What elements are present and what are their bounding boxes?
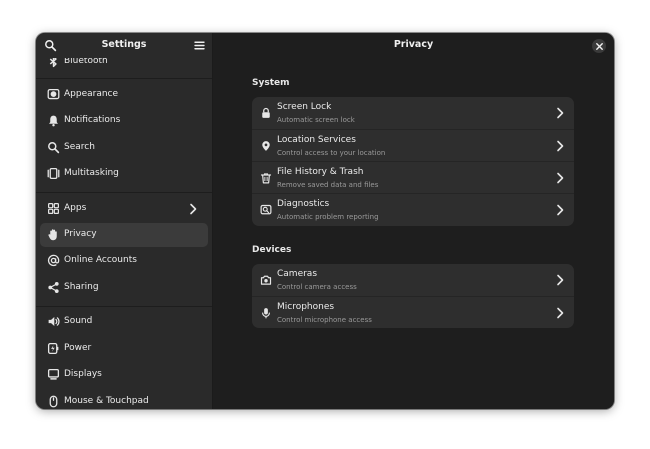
sidebar-item-sound[interactable]: Sound	[40, 310, 208, 334]
sidebar-item-label: Power	[64, 342, 92, 353]
close-button[interactable]	[592, 39, 606, 53]
search-icon	[48, 142, 60, 154]
sidebar-item-label: Multitasking	[64, 167, 119, 178]
sidebar-item-multitasking[interactable]: Multitasking	[40, 162, 208, 186]
sidebar-item-appearance[interactable]: Appearance	[40, 83, 208, 107]
row-title: Cameras	[277, 269, 318, 279]
row-title: Microphones	[277, 302, 335, 312]
mouse-icon	[49, 395, 58, 408]
sidebar-item-label: Privacy	[64, 228, 97, 239]
appearance-icon	[47, 88, 60, 100]
row-title: Screen Lock	[277, 102, 332, 112]
hamburger-menu-icon[interactable]	[193, 39, 206, 52]
row-cameras[interactable]: Cameras Control camera access	[252, 264, 574, 296]
row-subtitle: Control access to your location	[277, 149, 386, 157]
row-subtitle: Control camera access	[277, 283, 357, 291]
sidebar-item-mouse-touchpad[interactable]: Mouse & Touchpad	[40, 390, 208, 409]
apps-grid-icon	[48, 203, 59, 214]
chevron-right-icon	[190, 203, 197, 215]
main-panel: Privacy System Screen Lock Automatic scr…	[213, 33, 614, 409]
share-icon	[48, 281, 59, 294]
diagnostics-icon	[260, 204, 272, 215]
chevron-right-icon	[557, 204, 564, 216]
sidebar-item-search[interactable]: Search	[40, 136, 208, 160]
row-subtitle: Automatic problem reporting	[277, 213, 379, 221]
system-card: Screen Lock Automatic screen lock Locati…	[252, 97, 574, 226]
power-icon	[47, 342, 59, 355]
at-sign-icon	[47, 254, 60, 267]
sidebar-item-label: Apps	[64, 202, 87, 213]
sidebar-header: Settings	[36, 33, 212, 58]
sidebar-item-online-accounts[interactable]: Online Accounts	[40, 249, 208, 273]
row-title: Diagnostics	[277, 199, 330, 209]
hand-icon	[48, 229, 57, 241]
sidebar-separator	[36, 78, 212, 79]
chevron-right-icon	[557, 107, 564, 119]
row-screen-lock[interactable]: Screen Lock Automatic screen lock	[252, 97, 574, 129]
row-file-history-trash[interactable]: File History & Trash Remove saved data a…	[252, 161, 574, 194]
chevron-right-icon	[557, 307, 564, 319]
sidebar: Bluetooth Appearance Notifications Searc…	[36, 33, 213, 409]
close-icon	[595, 42, 603, 50]
sidebar-item-label: Appearance	[64, 88, 119, 99]
sidebar-item-apps[interactable]: Apps	[40, 197, 208, 221]
chevron-right-icon	[557, 274, 564, 286]
display-icon	[47, 368, 60, 380]
devices-card: Cameras Control camera access Microphone…	[252, 264, 574, 328]
section-title-devices: Devices	[252, 245, 292, 255]
multitasking-icon	[47, 167, 60, 180]
row-microphones[interactable]: Microphones Control microphone access	[252, 296, 574, 328]
sidebar-item-label: Sharing	[64, 281, 99, 292]
row-diagnostics[interactable]: Diagnostics Automatic problem reporting	[252, 193, 574, 226]
speaker-icon	[48, 317, 60, 326]
row-title: File History & Trash	[277, 167, 364, 177]
page-title: Privacy	[393, 39, 434, 50]
chevron-right-icon	[557, 172, 564, 184]
trash-icon	[260, 173, 272, 184]
row-subtitle: Control microphone access	[277, 316, 372, 324]
microphone-icon	[262, 308, 270, 319]
sidebar-item-notifications[interactable]: Notifications	[40, 109, 208, 133]
sidebar-item-displays[interactable]: Displays	[40, 363, 208, 387]
row-subtitle: Remove saved data and files	[277, 181, 379, 189]
row-location-services[interactable]: Location Services Control access to your…	[252, 129, 574, 162]
sidebar-item-sharing[interactable]: Sharing	[40, 276, 208, 300]
camera-icon	[260, 275, 272, 285]
lock-icon	[262, 107, 270, 118]
sidebar-item-label: Mouse & Touchpad	[64, 395, 149, 406]
chevron-right-icon	[557, 140, 564, 152]
sidebar-item-label: Online Accounts	[64, 254, 137, 265]
section-title-system: System	[252, 78, 290, 88]
sidebar-item-label: Notifications	[64, 114, 121, 125]
sidebar-title: Settings	[101, 39, 147, 50]
settings-window: Bluetooth Appearance Notifications Searc…	[36, 33, 614, 409]
sidebar-separator	[36, 192, 212, 193]
sidebar-separator	[36, 306, 212, 307]
row-title: Location Services	[277, 135, 356, 145]
row-subtitle: Automatic screen lock	[277, 116, 355, 124]
sidebar-item-privacy[interactable]: Privacy	[40, 223, 208, 247]
bell-icon	[49, 115, 58, 127]
sidebar-item-label: Sound	[64, 315, 93, 326]
sidebar-item-label: Displays	[64, 368, 102, 379]
sidebar-item-label: Search	[64, 141, 95, 152]
location-pin-icon	[262, 141, 270, 151]
sidebar-item-power[interactable]: Power	[40, 337, 208, 361]
